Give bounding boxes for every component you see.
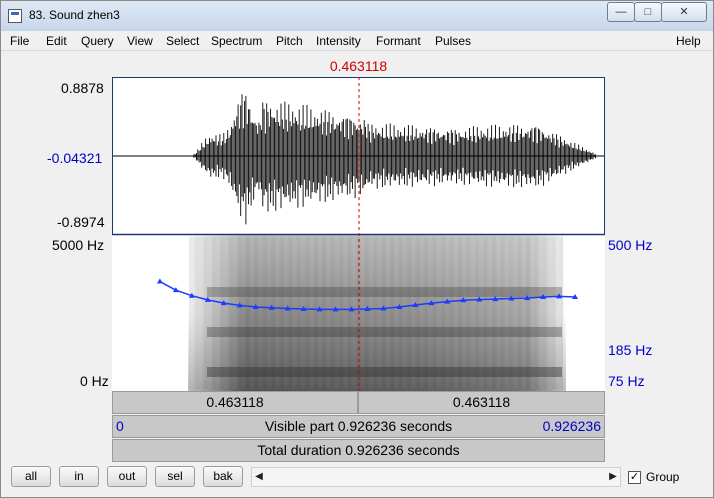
pitch-bottom-label: 75 Hz [608,373,645,389]
visible-part-bar[interactable]: 0 Visible part 0.926236 seconds 0.926236 [112,415,605,438]
zoom-in-button[interactable]: in [59,466,99,487]
title-bar[interactable]: 83. Sound zhen3 — □ ✕ [1,1,713,31]
menu-view[interactable]: View [127,34,153,48]
menu-pulses[interactable]: Pulses [435,34,471,48]
spectrogram-top-label: 5000 Hz [52,237,105,253]
formant-band [207,327,562,337]
formant-band [207,367,562,377]
pitch-mid-label: 185 Hz [608,342,653,358]
zoom-out-button[interactable]: out [107,466,147,487]
zoom-all-button[interactable]: all [11,466,51,487]
waveform-zero-label: -0.04321 [47,150,103,166]
left-selection-bar[interactable]: 0.463118 [112,391,358,414]
close-button[interactable]: ✕ [661,2,707,22]
menu-help[interactable]: Help [676,34,701,48]
waveform-min-label: -0.8974 [57,214,105,230]
maximize-button[interactable]: □ [634,2,662,22]
bottom-toolbar: all in out sel bak ◀ ▶ ✓ Group [1,462,713,497]
spectrogram-bottom-label: 0 Hz [80,373,109,389]
sound-editor-window: 83. Sound zhen3 — □ ✕ File Edit Query Vi… [0,0,714,498]
menu-intensity[interactable]: Intensity [316,34,361,48]
pitch-top-label: 500 Hz [608,237,653,253]
right-selection-bar[interactable]: 0.463118 [358,391,605,414]
visible-start-time: 0 [116,418,124,434]
group-label: Group [646,470,680,484]
visible-end-time: 0.926236 [542,418,601,434]
menu-formant[interactable]: Formant [376,34,421,48]
group-checkbox[interactable]: ✓ [628,471,641,484]
signal-display[interactable] [112,77,605,391]
cursor-time-label: 0.463118 [329,58,388,74]
spectrogram [188,235,566,391]
horizontal-scrollbar[interactable]: ◀ ▶ [251,467,621,487]
menu-file[interactable]: File [10,34,29,48]
menu-spectrum[interactable]: Spectrum [211,34,262,48]
pitch-point [156,278,163,284]
scroll-right-arrow-icon[interactable]: ▶ [606,468,620,486]
praat-app-icon [8,9,22,23]
visible-part-text: Visible part 0.926236 seconds [264,418,453,434]
waveform-spectrogram-canvas[interactable] [112,77,605,391]
menu-edit[interactable]: Edit [46,34,67,48]
menu-pitch[interactable]: Pitch [276,34,303,48]
minimize-button[interactable]: — [607,2,635,22]
total-duration-bar[interactable]: Total duration 0.926236 seconds [112,439,605,462]
zoom-back-button[interactable]: bak [203,466,243,487]
menu-select[interactable]: Select [166,34,199,48]
zoom-sel-button[interactable]: sel [155,466,195,487]
scroll-left-arrow-icon[interactable]: ◀ [252,468,266,486]
formant-band [207,287,562,297]
menu-bar: File Edit Query View Select Spectrum Pit… [1,31,713,51]
window-title: 83. Sound zhen3 [29,8,120,22]
waveform-max-label: 0.8878 [61,80,104,96]
menu-query[interactable]: Query [81,34,114,48]
